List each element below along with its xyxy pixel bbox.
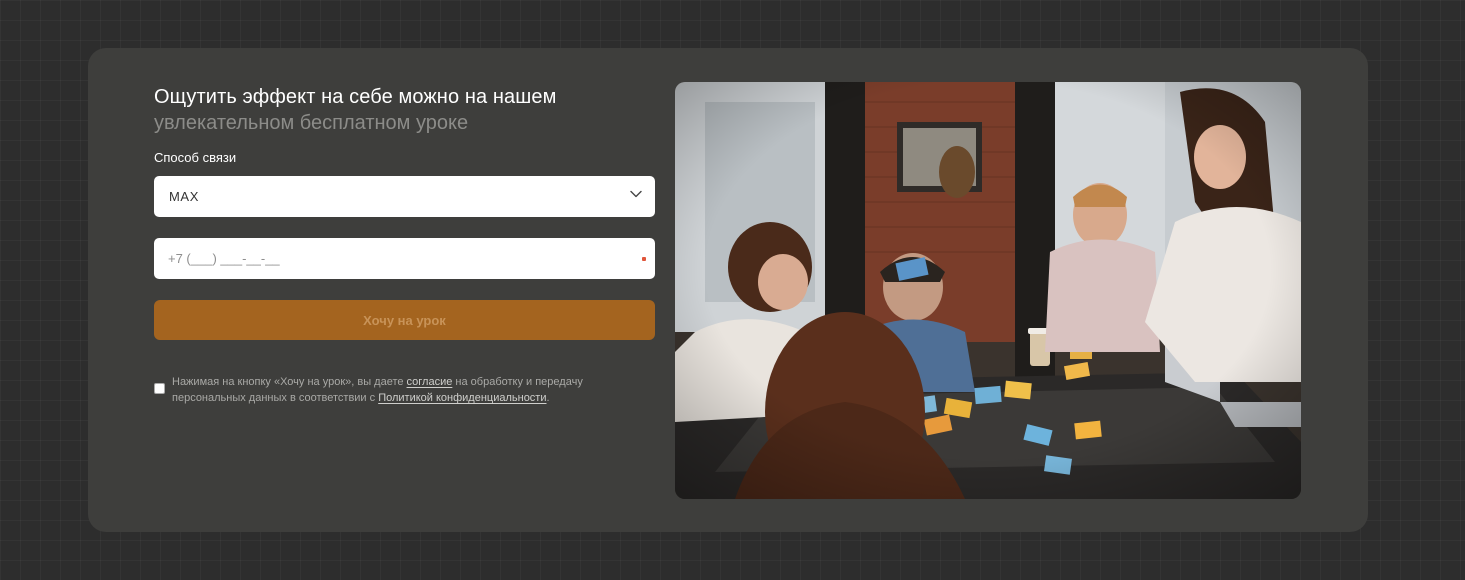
signup-form: Ощутить эффект на себе можно на нашем ув… xyxy=(154,84,655,406)
lesson-photo xyxy=(675,82,1301,499)
submit-button-label: Хочу на урок xyxy=(363,312,446,328)
contact-method-value: MAX xyxy=(169,189,199,204)
consent-text-part1: Нажимая на кнопку «Хочу на урок», вы дае… xyxy=(172,376,407,388)
consent-link[interactable]: согласие xyxy=(407,376,453,388)
phone-placeholder: +7 (___) ___-__-__ xyxy=(168,251,280,266)
form-title: Ощутить эффект на себе можно на нашем xyxy=(154,86,557,108)
consent-text: Нажимая на кнопку «Хочу на урок», вы дае… xyxy=(172,374,655,406)
contact-method-label: Способ связи xyxy=(154,150,237,165)
lesson-signup-card: Ощутить эффект на себе можно на нашем ув… xyxy=(88,48,1368,532)
privacy-policy-link[interactable]: Политикой конфиденциальности xyxy=(378,392,546,404)
submit-button[interactable]: Хочу на урок xyxy=(154,300,655,340)
required-indicator xyxy=(642,256,646,261)
contact-method-select[interactable]: MAX xyxy=(154,176,655,217)
phone-input[interactable]: +7 (___) ___-__-__ xyxy=(154,238,655,279)
consent-row: Нажимая на кнопку «Хочу на урок», вы дае… xyxy=(154,374,655,406)
form-subtitle: увлекательном бесплатном уроке xyxy=(154,112,469,134)
chevron-down-icon xyxy=(629,187,643,206)
consent-text-part3: . xyxy=(546,392,550,404)
consent-checkbox[interactable] xyxy=(154,383,165,394)
